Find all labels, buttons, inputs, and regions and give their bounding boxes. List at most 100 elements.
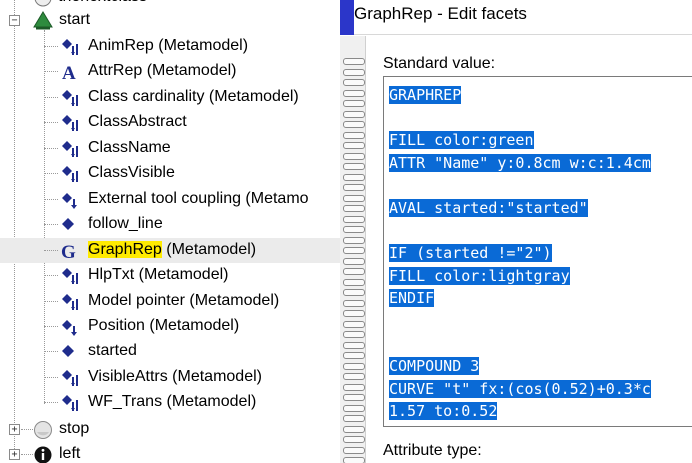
attribute-icon: [60, 88, 80, 108]
code-line: FILL color:green: [389, 129, 651, 152]
code-line: ATTR "Name" y:0.8cm w:c:1.4cm: [389, 152, 651, 175]
tree-item[interactable]: VisibleAttrs (Metamodel): [0, 365, 340, 390]
tree-item-suffix: (Metamodel): [167, 368, 262, 385]
tree-item-label: GraphRep (Metamodel): [88, 240, 256, 260]
binder-ring: [343, 394, 365, 401]
tree-item-label: Position (Metamodel): [88, 316, 239, 336]
attribute-icon: [60, 113, 80, 133]
selected-text: 1.57 to:0.52: [389, 402, 498, 421]
tree-item-label: AttrRep (Metamodel): [88, 61, 237, 81]
attribute-small-icon: [60, 317, 80, 337]
tree-item-left[interactable]: + left: [0, 442, 340, 463]
standard-value-editor[interactable]: GRAPHREP FILL color:green ATTR "Name" y:0.…: [383, 76, 692, 427]
binder-ring: [343, 69, 365, 76]
tree-item-name: Model pointer: [88, 292, 185, 309]
tree-item-label: stop: [59, 420, 90, 437]
binder-ring: [343, 384, 365, 391]
binder-ring: [343, 331, 365, 338]
selected-text: IF (started !="2"): [389, 244, 552, 263]
letter-a-icon: A: [60, 62, 80, 84]
binder-ring: [343, 174, 365, 181]
binder-ring: [343, 247, 365, 254]
tree-item-label: ClassName: [88, 138, 171, 158]
tree-item[interactable]: follow_line: [0, 212, 340, 237]
binder-ring: [343, 373, 365, 380]
edit-facets-panel: GraphRep - Edit facets Standard value: G…: [340, 0, 692, 463]
tree-item-label: thenextclass: [58, 0, 147, 7]
tree-item[interactable]: started: [0, 339, 340, 364]
tree-item[interactable]: Model pointer (Metamodel): [0, 289, 340, 314]
tree-item-label: AnimRep (Metamodel): [88, 36, 248, 56]
binder-ring: [343, 321, 365, 328]
tree-item[interactable]: G GraphRep (Metamodel): [0, 238, 340, 263]
dialog-title: GraphRep - Edit facets: [354, 4, 527, 23]
tree-item-start[interactable]: − start: [0, 8, 340, 33]
tree-connector: [44, 224, 58, 225]
binder-ring: [343, 132, 365, 139]
attribute-icon: [60, 292, 80, 312]
tree-item[interactable]: A AttrRep (Metamodel): [0, 59, 340, 84]
code-line: ENDIF: [389, 287, 651, 310]
binder-ring: [343, 121, 365, 128]
tree-item[interactable]: Class cardinality (Metamodel): [0, 85, 340, 110]
tree-item[interactable]: Position (Metamodel): [0, 314, 340, 339]
binder-ring: [343, 342, 365, 349]
expand-toggle[interactable]: +: [9, 424, 20, 435]
diamond-icon: [60, 215, 80, 235]
attribute-icon: [60, 393, 80, 413]
tree-item-label: started: [88, 341, 137, 361]
attribute-icon: [60, 266, 80, 286]
binder-ring: [343, 100, 365, 107]
tree-connector: [44, 97, 58, 98]
tree-connector: [44, 301, 58, 302]
tree-connector: [44, 148, 58, 149]
svg-text:A: A: [62, 63, 76, 82]
tree-item-label: start: [59, 11, 91, 28]
tree-connector: [44, 71, 58, 72]
expand-toggle[interactable]: +: [9, 449, 20, 460]
tree-item-label: WF_Trans (Metamodel): [88, 392, 256, 412]
selected-text: GRAPHREP: [389, 86, 462, 104]
code-line: FILL color:lightgray: [389, 265, 651, 288]
tree-item-name: Class cardinality: [88, 88, 205, 105]
tree-item[interactable]: HlpTxt (Metamodel): [0, 263, 340, 288]
binder-ring: [343, 195, 365, 202]
code-line: IF (started !="2"): [389, 242, 651, 265]
binder-ring: [343, 111, 365, 118]
binder-ring: [343, 279, 365, 286]
tree-item-name: AttrRep: [88, 62, 143, 79]
tree-connector: [21, 429, 33, 430]
letter-g-icon: G: [60, 241, 80, 263]
tree-item[interactable]: ClassName: [0, 136, 340, 161]
tree-item[interactable]: ClassVisible: [0, 161, 340, 186]
binder-ring: [343, 153, 365, 160]
binder-ring: [343, 363, 365, 370]
tree-panel: thenextclass − start AnimRep (Metamodel)…: [0, 0, 340, 463]
tree-item-label: left: [59, 445, 81, 462]
tree-connector: [44, 326, 58, 327]
tree-item-name: WF_Trans: [88, 393, 163, 410]
tree-item-suffix: (Metamodel): [204, 88, 299, 105]
collapse-toggle[interactable]: −: [9, 15, 20, 26]
tree-item[interactable]: External tool coupling (Metamo: [0, 187, 340, 212]
binder-ring: [343, 90, 365, 97]
tree-connector: [44, 377, 58, 378]
tree-item[interactable]: WF_Trans (Metamodel): [0, 390, 340, 415]
tree-connector: [21, 454, 33, 455]
circle-node-icon: [34, 421, 52, 439]
tree-item-label: HlpTxt (Metamodel): [88, 265, 228, 285]
binder-ring: [343, 300, 365, 307]
tree-item[interactable]: ClassAbstract: [0, 110, 340, 135]
binder-ring: [343, 405, 365, 412]
tree-item-name: ClassAbstract: [88, 113, 187, 130]
tree-item-suffix: (Metamodel): [153, 37, 249, 54]
code-line: GRAPHREP: [389, 84, 651, 107]
selected-text: ENDIF: [389, 289, 435, 308]
binder-ring: [343, 426, 365, 433]
tree-item[interactable]: AnimRep (Metamodel): [0, 34, 340, 59]
binder-ring: [343, 58, 365, 65]
tree-item-stop[interactable]: + stop: [0, 417, 340, 442]
code-line: AVAL started:"started": [389, 197, 651, 220]
